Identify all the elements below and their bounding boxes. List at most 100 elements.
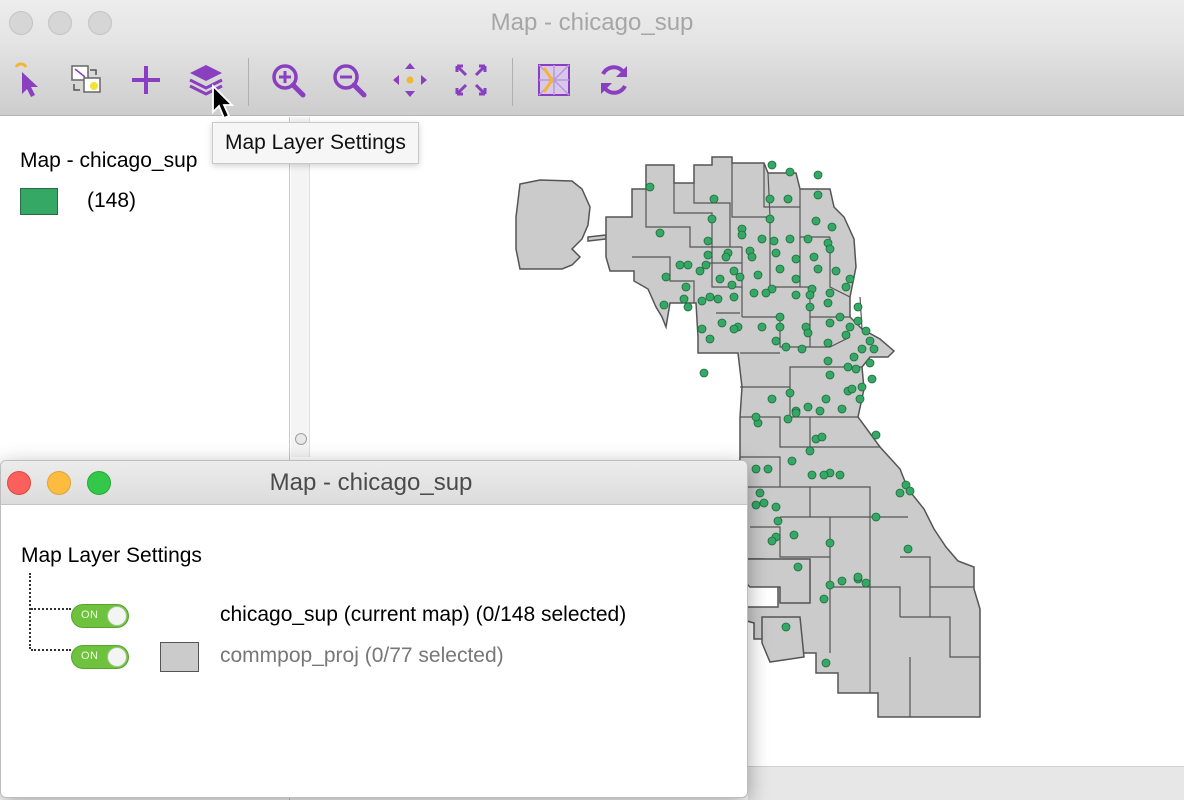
supermarket-point[interactable] (757, 322, 767, 332)
supermarket-point[interactable] (785, 167, 795, 177)
supermarket-point[interactable] (681, 282, 691, 292)
supermarket-point[interactable] (835, 312, 845, 322)
supermarket-point[interactable] (853, 316, 863, 326)
supermarket-point[interactable] (793, 562, 803, 572)
supermarket-point[interactable] (803, 234, 813, 244)
supermarket-point[interactable] (813, 170, 823, 180)
supermarket-point[interactable] (781, 622, 791, 632)
supermarket-point[interactable] (825, 538, 835, 548)
supermarket-point[interactable] (679, 294, 689, 304)
layer-name-chicago-sup[interactable]: chicago_sup (current map) (0/148 selecte… (220, 603, 626, 627)
supermarket-point[interactable] (789, 530, 799, 540)
supermarket-point[interactable] (903, 544, 913, 554)
supermarket-point[interactable] (659, 300, 669, 310)
supermarket-point[interactable] (825, 288, 835, 298)
supermarket-point[interactable] (713, 294, 723, 304)
supermarket-point[interactable] (821, 394, 831, 404)
supermarket-point[interactable] (675, 260, 685, 270)
supermarket-point[interactable] (857, 344, 867, 354)
supermarket-point[interactable] (735, 272, 745, 282)
supermarket-point[interactable] (705, 334, 715, 344)
supermarket-point[interactable] (791, 290, 801, 300)
supermarket-point[interactable] (683, 260, 693, 270)
supermarket-point[interactable] (845, 322, 855, 332)
supermarket-point[interactable] (747, 252, 757, 262)
supermarket-point[interactable] (853, 302, 863, 312)
supermarket-point[interactable] (847, 384, 857, 394)
supermarket-point[interactable] (871, 430, 881, 440)
supermarket-point[interactable] (849, 352, 859, 362)
supermarket-point[interactable] (775, 322, 785, 332)
supermarket-point[interactable] (827, 222, 837, 232)
supermarket-point[interactable] (837, 576, 847, 586)
supermarket-point[interactable] (841, 330, 851, 340)
supermarket-point[interactable] (815, 406, 825, 416)
selection-shape-button[interactable] (64, 58, 108, 102)
supermarket-point[interactable] (821, 658, 831, 668)
supermarket-point[interactable] (841, 282, 851, 292)
supermarket-point[interactable] (767, 536, 777, 546)
supermarket-point[interactable] (683, 302, 693, 312)
supermarket-point[interactable] (825, 244, 835, 254)
supermarket-point[interactable] (645, 182, 655, 192)
supermarket-point[interactable] (843, 362, 853, 372)
supermarket-point[interactable] (869, 344, 879, 354)
supermarket-point[interactable] (865, 358, 875, 368)
supermarket-point[interactable] (661, 272, 671, 282)
supermarket-point[interactable] (697, 324, 707, 334)
supermarket-point[interactable] (751, 500, 761, 510)
add-layer-button[interactable] (124, 58, 168, 102)
supermarket-point[interactable] (819, 594, 829, 604)
supermarket-point[interactable] (773, 516, 783, 526)
supermarket-point[interactable] (703, 236, 713, 246)
supermarket-point[interactable] (751, 464, 761, 474)
supermarket-point[interactable] (905, 486, 915, 496)
layer-name-commpop-proj[interactable]: commpop_proj (0/77 selected) (220, 644, 504, 668)
supermarket-point[interactable] (717, 318, 727, 328)
supermarket-point[interactable] (811, 216, 821, 226)
layer-visibility-toggle-chicago-sup[interactable]: ON (71, 604, 129, 628)
supermarket-point[interactable] (805, 446, 815, 456)
supermarket-point[interactable] (871, 512, 881, 522)
supermarket-point[interactable] (791, 274, 801, 284)
supermarket-point[interactable] (763, 464, 773, 474)
supermarket-point[interactable] (771, 336, 781, 346)
supermarket-point[interactable] (695, 266, 705, 276)
supermarket-point[interactable] (857, 382, 867, 392)
supermarket-point[interactable] (895, 488, 905, 498)
supermarket-point[interactable] (865, 336, 875, 346)
supermarket-point[interactable] (705, 292, 715, 302)
supermarket-point[interactable] (761, 288, 771, 298)
supermarket-point[interactable] (757, 234, 767, 244)
legend-color-swatch[interactable] (20, 188, 58, 215)
supermarket-point[interactable] (837, 404, 847, 414)
supermarket-point[interactable] (825, 580, 835, 590)
pan-button[interactable] (388, 58, 432, 102)
supermarket-point[interactable] (823, 338, 833, 348)
supermarket-point[interactable] (775, 264, 785, 274)
supermarket-point[interactable] (819, 470, 829, 480)
layer-visibility-toggle-commpop-proj[interactable]: ON (71, 645, 129, 669)
supermarket-point[interactable] (803, 328, 813, 338)
layer-color-swatch-commpop-proj[interactable] (160, 642, 199, 672)
supermarket-point[interactable] (853, 572, 863, 582)
supermarket-point[interactable] (775, 312, 785, 322)
zoom-out-button[interactable] (327, 58, 371, 102)
supermarket-point[interactable] (817, 432, 827, 442)
supermarket-point[interactable] (727, 280, 737, 290)
supermarket-point[interactable] (785, 234, 795, 244)
supermarket-point[interactable] (845, 274, 855, 284)
supermarket-point[interactable] (783, 414, 793, 424)
supermarket-point[interactable] (823, 298, 833, 308)
supermarket-point[interactable] (851, 364, 861, 374)
basemap-button[interactable] (532, 58, 576, 102)
supermarket-point[interactable] (831, 266, 841, 276)
supermarket-point[interactable] (835, 470, 845, 480)
supermarket-point[interactable] (785, 388, 795, 398)
supermarket-point[interactable] (759, 498, 769, 508)
dialog-title-bar[interactable]: Map - chicago_sup (1, 461, 747, 505)
supermarket-point[interactable] (697, 296, 707, 306)
supermarket-point[interactable] (753, 270, 763, 280)
supermarket-point[interactable] (787, 456, 797, 466)
full-extent-button[interactable] (449, 58, 493, 102)
